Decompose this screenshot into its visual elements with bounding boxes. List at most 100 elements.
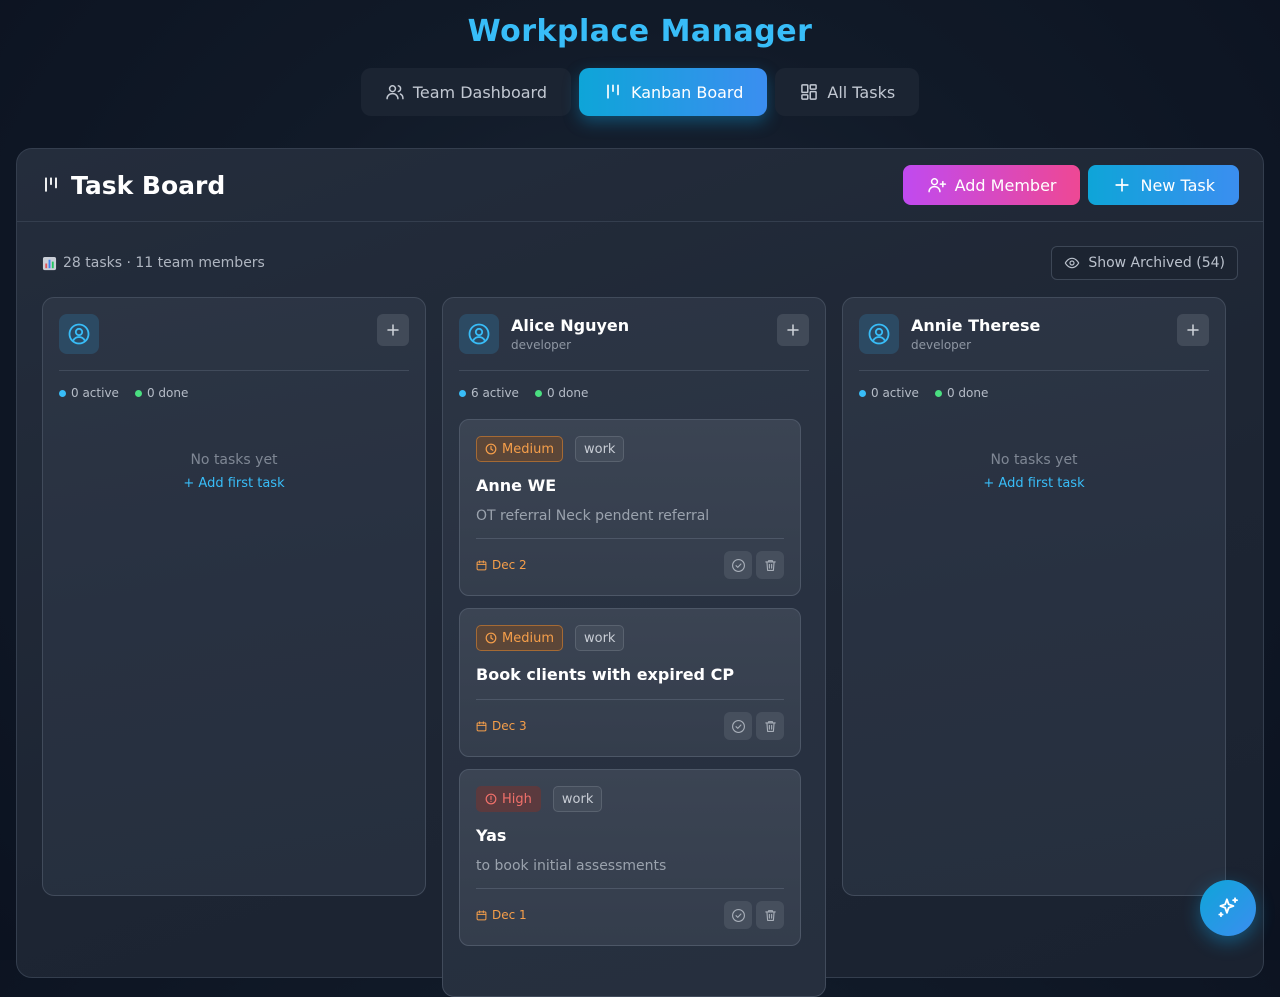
priority-label: Medium <box>502 630 554 646</box>
user-circle-icon <box>67 322 91 346</box>
check-circle-icon <box>731 558 746 573</box>
category-badge: work <box>552 786 603 812</box>
check-circle-icon <box>731 719 746 734</box>
check-circle-icon <box>731 908 746 923</box>
delete-task-button[interactable] <box>756 712 784 740</box>
category-badge: work <box>574 436 625 462</box>
page-title: Task Board <box>41 171 225 200</box>
tab-kanban-board[interactable]: Kanban Board <box>579 68 768 116</box>
plus-icon <box>1186 323 1200 337</box>
active-count: 0 active <box>859 386 919 400</box>
add-first-task-link[interactable]: + Add first task <box>843 476 1225 491</box>
avatar <box>459 314 499 354</box>
trash-icon <box>763 719 778 734</box>
column-header <box>59 314 409 371</box>
alert-circle-icon <box>485 793 497 805</box>
task-footer: Dec 1 <box>476 888 784 932</box>
member-column: Alice Nguyen developer 6 active 0 done M… <box>442 297 826 997</box>
active-dot <box>59 389 66 397</box>
avatar <box>859 314 899 354</box>
task-card[interactable]: Medium work Anne WE OT referral Neck pen… <box>459 419 801 596</box>
task-title: Anne WE <box>476 476 557 495</box>
kanban-icon <box>41 175 61 195</box>
panel-header: Task Board Add Member New Task <box>17 149 1263 222</box>
due-date: Dec 2 <box>476 558 527 572</box>
task-counts: 6 active 0 done <box>459 386 588 400</box>
column-header: Alice Nguyen developer <box>459 314 809 371</box>
tab-label: Team Dashboard <box>412 82 547 102</box>
due-date: Dec 1 <box>476 908 527 922</box>
category-badge: work <box>574 625 625 651</box>
due-date: Dec 3 <box>476 719 527 733</box>
complete-task-button[interactable] <box>724 712 752 740</box>
priority-badge: Medium <box>476 436 563 462</box>
user-circle-icon <box>467 322 491 346</box>
task-tags: Medium work <box>476 436 625 462</box>
plus-icon <box>1112 175 1132 195</box>
user-circle-icon <box>867 322 891 346</box>
task-counts: 0 active 0 done <box>59 386 188 400</box>
active-count-text: 0 active <box>871 386 919 400</box>
clock-icon <box>485 632 497 644</box>
empty-state: No tasks yet + Add first task <box>843 452 1225 491</box>
kanban-icon <box>603 82 623 102</box>
trash-icon <box>763 558 778 573</box>
board-stats: 28 tasks · 11 team members <box>42 255 265 271</box>
task-description: OT referral Neck pendent referral <box>476 508 710 524</box>
due-date-text: Dec 3 <box>492 719 527 733</box>
priority-label: Medium <box>502 441 554 457</box>
member-name: Alice Nguyen <box>511 316 630 335</box>
eye-icon <box>1064 255 1080 271</box>
main-nav: Team Dashboard Kanban Board All Tasks <box>0 68 1280 116</box>
task-card[interactable]: High work Yas to book initial assessment… <box>459 769 801 946</box>
done-count: 0 done <box>534 386 589 400</box>
add-task-button[interactable] <box>777 314 809 346</box>
done-count-text: 0 done <box>546 386 589 400</box>
tab-label: All Tasks <box>827 82 896 102</box>
trash-icon <box>763 908 778 923</box>
tab-team-dashboard[interactable]: Team Dashboard <box>360 68 571 116</box>
member-name: Annie Therese <box>911 316 1041 335</box>
task-tags: Medium work <box>476 625 625 651</box>
empty-title: No tasks yet <box>190 452 278 468</box>
task-card[interactable]: Medium work Book clients with expired CP… <box>459 608 801 757</box>
member-column: 0 active 0 done No tasks yet + Add first… <box>42 297 426 896</box>
complete-task-button[interactable] <box>724 901 752 929</box>
done-count: 0 done <box>134 386 188 400</box>
priority-badge: High <box>476 786 541 812</box>
task-tags: High work <box>476 786 603 812</box>
add-task-button[interactable] <box>1177 314 1209 346</box>
add-member-button[interactable]: Add Member <box>902 165 1081 205</box>
app-title: Workplace Manager <box>467 14 813 49</box>
add-first-task-link[interactable]: + Add first task <box>43 476 425 491</box>
done-dot <box>534 389 542 397</box>
delete-task-button[interactable] <box>756 901 784 929</box>
page-title-text: Task Board <box>71 170 226 200</box>
calendar-icon <box>476 909 487 921</box>
column-header: Annie Therese developer <box>859 314 1209 371</box>
delete-task-button[interactable] <box>756 551 784 579</box>
member-role: developer <box>911 338 972 352</box>
active-count: 6 active <box>459 386 519 400</box>
task-title: Book clients with expired CP <box>476 665 735 684</box>
task-description: to book initial assessments <box>476 858 667 874</box>
new-task-button[interactable]: New Task <box>1088 165 1239 205</box>
active-count: 0 active <box>59 386 119 400</box>
avatar <box>59 314 99 354</box>
active-dot <box>859 389 866 397</box>
tab-all-tasks[interactable]: All Tasks <box>775 68 920 116</box>
header-actions: Add Member New Task <box>902 165 1239 205</box>
done-count-text: 0 done <box>946 386 989 400</box>
complete-task-button[interactable] <box>724 551 752 579</box>
clock-icon <box>485 443 497 455</box>
plus-icon <box>786 323 800 337</box>
add-task-button[interactable] <box>377 314 409 346</box>
user-plus-icon <box>927 175 947 195</box>
active-count-text: 0 active <box>71 386 119 400</box>
stats-text: 28 tasks · 11 team members <box>63 255 265 271</box>
ai-assistant-button[interactable] <box>1200 880 1256 936</box>
show-archived-button[interactable]: Show Archived (54) <box>1051 246 1238 280</box>
empty-title: No tasks yet <box>990 452 1078 468</box>
bar-chart-icon <box>42 256 57 271</box>
done-count: 0 done <box>934 386 989 400</box>
